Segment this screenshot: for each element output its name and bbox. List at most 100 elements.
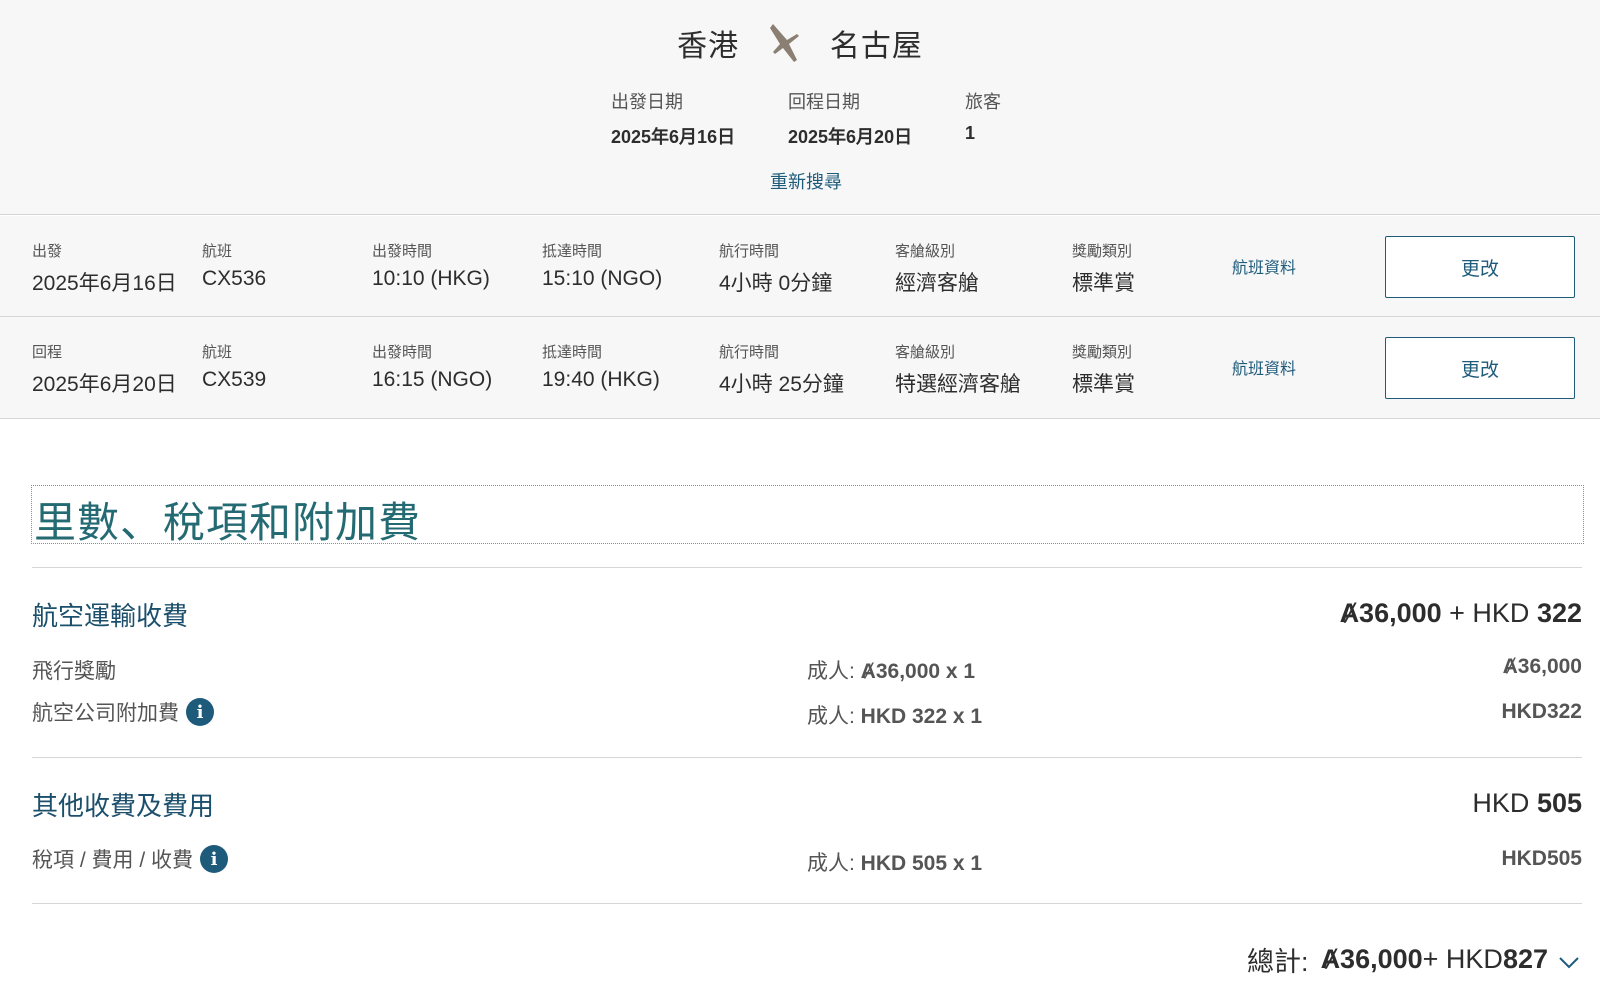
grand-total-plus: + HKD <box>1422 944 1503 974</box>
award-cell: 獎勵類別 標準賞 <box>1072 341 1135 398</box>
taxes-fees-total: HKD505 <box>1501 847 1582 870</box>
flight-date: 2025年6月16日 <box>32 272 177 295</box>
carrier-surcharge-per-pax: 成人: HKD 322 x 1 <box>807 700 982 730</box>
other-charges-value: 505 <box>1536 788 1582 818</box>
flight-award-per-pax: 成人: Ⱥ36,000 x 1 <box>807 655 975 685</box>
route-heading: 香港 名古屋 <box>0 20 1600 66</box>
flight-number-label: 航班 <box>202 243 233 260</box>
depart-date-block: 出發日期 2025年6月16日 <box>611 88 735 149</box>
row-label-text: 航空公司附加費 <box>32 702 179 725</box>
divider <box>32 757 1582 758</box>
direction-label: 出發 <box>32 243 63 260</box>
change-flight-button[interactable]: 更改 <box>1385 337 1575 399</box>
flight-details-link[interactable]: 航班資料 <box>1232 254 1296 278</box>
return-date-value: 2025年6月20日 <box>788 127 913 147</box>
flight-number: CX536 <box>202 267 267 290</box>
flight-date-cell: 出發 2025年6月16日 <box>32 240 177 297</box>
award-cell: 獎勵類別 標準賞 <box>1072 240 1135 297</box>
return-date-block: 回程日期 2025年6月20日 <box>788 88 912 149</box>
carrier-surcharge-label: 航空公司附加費 i <box>32 697 214 727</box>
info-icon[interactable]: i <box>200 845 229 873</box>
flight-number-cell: 航班 CX536 <box>202 240 266 291</box>
direction-label: 回程 <box>32 344 63 361</box>
origin-city: 香港 <box>677 30 740 63</box>
other-charges-currency: HKD <box>1472 788 1537 818</box>
return-date-label: 回程日期 <box>788 92 860 112</box>
duration-label: 航行時間 <box>719 243 780 260</box>
other-charges-amount: HKD 505 <box>1472 788 1582 819</box>
flight-row-outbound: 出發 2025年6月16日 航班 CX536 出發時間 10:10 (HKG) … <box>0 216 1600 317</box>
flight-details-link[interactable]: 航班資料 <box>1232 355 1296 379</box>
cabin-cell: 客艙級別 特選經濟客艙 <box>895 341 1021 398</box>
flight-number-label: 航班 <box>202 344 233 361</box>
arrival-time-cell: 抵達時間 15:10 (NGO) <box>542 240 662 291</box>
row-label-text: 稅項 / 費用 / 收費 <box>32 849 194 872</box>
cabin-label: 客艙級別 <box>895 344 956 361</box>
pax-type: 成人: <box>807 705 861 728</box>
depart-date-label: 出發日期 <box>611 92 683 112</box>
change-flight-button[interactable]: 更改 <box>1385 236 1575 298</box>
chevron-down-icon[interactable] <box>1558 949 1580 971</box>
air-charges-miles: Ⱥ36,000 <box>1339 598 1442 628</box>
air-charges-amount: Ⱥ36,000 + HKD 322 <box>1340 598 1582 629</box>
plane-icon <box>767 20 803 66</box>
flight-award-total: Ⱥ36,000 <box>1502 655 1582 678</box>
flight-date-cell: 回程 2025年6月20日 <box>32 341 177 398</box>
flight-row-return: 回程 2025年6月20日 航班 CX539 出發時間 16:15 (NGO) … <box>0 317 1600 419</box>
grand-total-label: 總計: <box>1247 947 1309 977</box>
departure-time-label: 出發時間 <box>372 344 433 361</box>
grand-total-miles: Ⱥ36,000 <box>1320 944 1423 974</box>
fare-section-title: 里數、稅項和附加費 <box>31 485 1584 547</box>
departure-time-cell: 出發時間 10:10 (HKG) <box>372 240 490 291</box>
duration-cell: 航行時間 4小時 25分鐘 <box>719 341 844 398</box>
grand-total-hkd: 827 <box>1502 944 1548 974</box>
cabin-class: 特選經濟客艙 <box>895 373 1021 396</box>
depart-date-value: 2025年6月16日 <box>611 127 736 147</box>
arrival-time: 19:40 (HKG) <box>542 368 660 391</box>
per-pax-value: HKD 322 x 1 <box>860 705 983 728</box>
passengers-value: 1 <box>965 123 976 143</box>
departure-time-label: 出發時間 <box>372 243 433 260</box>
divider <box>32 903 1582 904</box>
cabin-cell: 客艙級別 經濟客艙 <box>895 240 979 297</box>
info-icon[interactable]: i <box>186 698 214 726</box>
duration-label: 航行時間 <box>719 344 780 361</box>
cabin-class: 經濟客艙 <box>895 272 979 295</box>
flight-date: 2025年6月20日 <box>32 373 177 396</box>
divider <box>32 567 1582 568</box>
search-summary: 香港 名古屋 出發日期 2025年6月16日 回程日期 2025年6月20日 旅… <box>0 0 1600 215</box>
passengers-block: 旅客 1 <box>965 88 1001 144</box>
air-charges-plus: + HKD <box>1441 598 1537 628</box>
flight-number-cell: 航班 CX539 <box>202 341 266 392</box>
award-label: 獎勵類別 <box>1072 243 1133 260</box>
cabin-label: 客艙級別 <box>895 243 956 260</box>
air-charges-title: 航空運輸收費 <box>32 601 189 631</box>
departure-time: 10:10 (HKG) <box>372 267 490 290</box>
taxes-fees-label: 稅項 / 費用 / 收費 i <box>32 844 229 874</box>
other-charges-title: 其他收費及費用 <box>32 791 215 821</box>
grand-total-toggle[interactable]: 總計: Ⱥ36,000 + HKD 827 <box>1247 940 1580 979</box>
award-type: 標準賞 <box>1072 373 1135 396</box>
taxes-fees-per-pax: 成人: HKD 505 x 1 <box>807 847 982 877</box>
award-label: 獎勵類別 <box>1072 344 1133 361</box>
flight-award-label: 飛行獎勵 <box>32 655 116 685</box>
pax-type: 成人: <box>807 660 861 683</box>
row-label-text: 飛行獎勵 <box>32 660 116 683</box>
flight-number: CX539 <box>202 368 267 391</box>
arrival-time-label: 抵達時間 <box>542 344 603 361</box>
carrier-surcharge-total: HKD322 <box>1501 700 1582 723</box>
arrival-time-cell: 抵達時間 19:40 (HKG) <box>542 341 660 392</box>
duration: 4小時 0分鐘 <box>719 272 833 295</box>
pax-type: 成人: <box>807 852 861 875</box>
per-pax-value: HKD 505 x 1 <box>860 852 983 875</box>
passengers-label: 旅客 <box>965 92 1001 112</box>
departure-time-cell: 出發時間 16:15 (NGO) <box>372 341 492 392</box>
per-pax-value: Ⱥ36,000 x 1 <box>860 660 976 683</box>
departure-time: 16:15 (NGO) <box>372 368 493 391</box>
award-type: 標準賞 <box>1072 272 1135 295</box>
new-search-link[interactable]: 重新搜尋 <box>0 168 1600 194</box>
duration-cell: 航行時間 4小時 0分鐘 <box>719 240 832 297</box>
air-charges-hkd: 322 <box>1536 598 1582 628</box>
destination-city: 名古屋 <box>829 30 923 63</box>
arrival-time: 15:10 (NGO) <box>542 267 663 290</box>
